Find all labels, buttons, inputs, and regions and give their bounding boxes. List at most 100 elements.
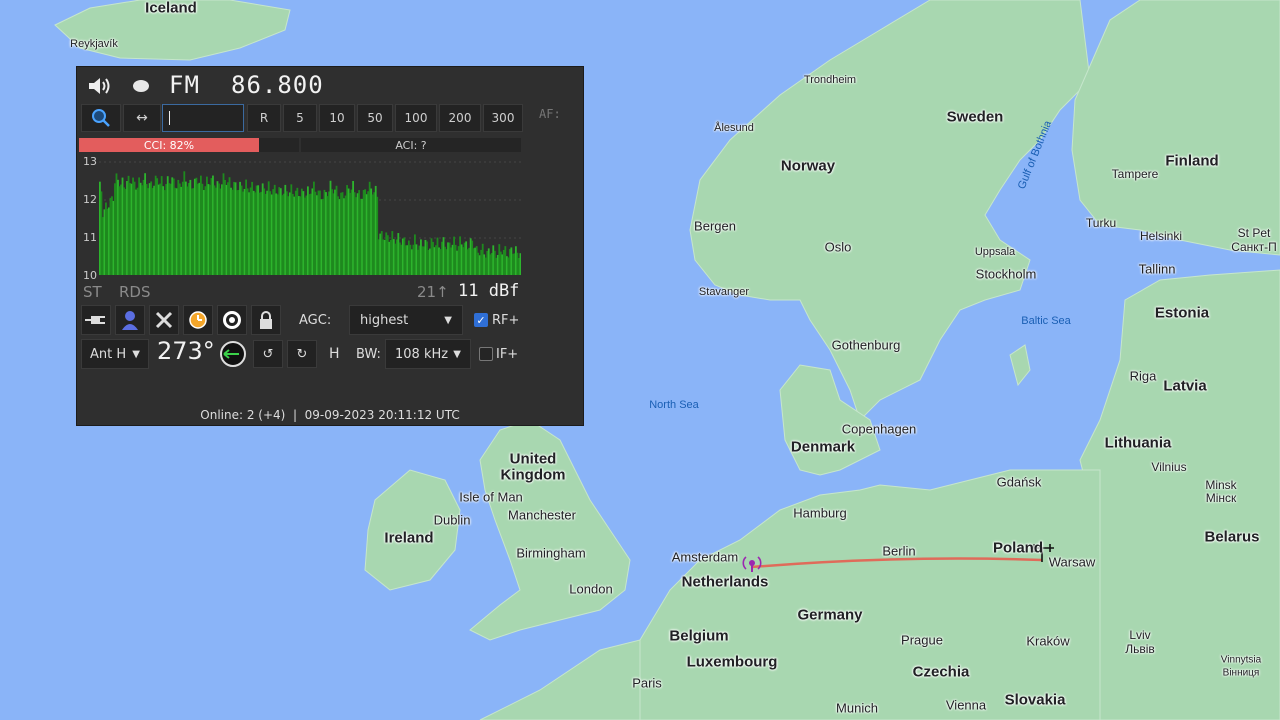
map-label-warsaw: Warsaw	[1048, 554, 1096, 570]
step-button-10[interactable]: 10	[319, 104, 355, 132]
map-label-paris: Paris	[632, 675, 662, 691]
map-label-united-kingdom-1: United	[509, 450, 557, 468]
map-label-berlin: Berlin	[882, 543, 916, 559]
search-button[interactable]	[81, 104, 121, 132]
map-label-hamburg: Hamburg	[793, 505, 847, 521]
if-plus-label: IF+	[496, 347, 519, 362]
rotate-cw-icon: ↻	[296, 346, 308, 362]
online-status: Online: 2 (+4) | 09-09-2023 20:11:12 UTC	[200, 408, 460, 422]
agc-select[interactable]: highest ▼	[349, 305, 463, 335]
map-label-belarus: Belarus	[1204, 528, 1260, 546]
rotate-cw-button[interactable]: ↻	[287, 340, 317, 368]
map-label-riga: Riga	[1129, 368, 1157, 384]
map-label-baltic-sea: Baltic Sea	[1021, 315, 1071, 327]
map-label-iceland: Iceland	[145, 0, 197, 17]
step-button-200[interactable]: 200	[439, 104, 481, 132]
map-label-finland: Finland	[1165, 152, 1219, 170]
map-label-luxembourg: Luxembourg	[686, 653, 778, 671]
map-label-north-sea: North Sea	[649, 399, 699, 411]
step-button-300[interactable]: 300	[483, 104, 523, 132]
antenna-select[interactable]: Ant H ▼	[81, 339, 149, 369]
stereo-label: ST	[83, 283, 102, 301]
map-label-germany: Germany	[797, 606, 863, 624]
map-label-amsterdam: Amsterdam	[671, 549, 739, 565]
signal-peak: 21↑	[417, 283, 449, 301]
step-button-r[interactable]: R	[247, 104, 281, 132]
chevron-down-icon: ▼	[444, 314, 452, 326]
map-label-oslo: Oslo	[824, 239, 852, 255]
map-label-vinnytsia-uk: Вінниця	[1222, 667, 1260, 679]
map-label-tallinn: Tallinn	[1138, 261, 1176, 277]
antenna-value: Ant H	[90, 346, 127, 362]
agc-label: AGC:	[299, 313, 332, 328]
map-label-london: London	[569, 581, 613, 597]
clock-icon	[189, 311, 207, 329]
map-label-vinnytsia: Vinnytsia	[1220, 654, 1262, 666]
map-label-stavanger: Stavanger	[698, 286, 750, 298]
user-button[interactable]	[115, 305, 145, 335]
map-label-gdansk: Gdańsk	[996, 474, 1042, 490]
agc-value: highest	[360, 312, 409, 328]
rds-label: RDS	[119, 283, 151, 301]
map-label-slovakia: Slovakia	[1004, 691, 1066, 709]
user-icon	[122, 311, 138, 330]
frequency-input[interactable]	[162, 104, 244, 132]
rotate-ccw-button[interactable]: ↺	[253, 340, 283, 368]
map-label-isle-of-man: Isle of Man	[459, 489, 523, 505]
clock-button[interactable]	[183, 305, 213, 335]
azimuth-display: 273°	[157, 337, 215, 365]
swap-button[interactable]: ↔	[123, 104, 161, 132]
map-label-vienna: Vienna	[945, 697, 987, 713]
map-label-krakow: Kraków	[1026, 633, 1070, 649]
map-label-copenhagen: Copenhagen	[841, 421, 917, 437]
map-label-united-kingdom-2: Kingdom	[500, 466, 566, 484]
map-label-bergen: Bergen	[694, 218, 736, 234]
signal-spectrum-graph	[99, 161, 521, 275]
spectrum-tick-13: 13	[83, 155, 97, 168]
plug-icon	[85, 316, 105, 324]
map-label-manchester: Manchester	[508, 507, 576, 523]
eye-button[interactable]	[217, 305, 247, 335]
map-label-dublin: Dublin	[433, 512, 471, 528]
chevron-down-icon: ▼	[132, 348, 140, 360]
spectrum-tick-11: 11	[83, 231, 97, 244]
map-label-minsk-ru: Мінск	[1205, 491, 1237, 505]
tools-icon	[155, 311, 173, 329]
spectrum-tick-12: 12	[83, 193, 97, 206]
if-plus-checkbox[interactable]	[479, 347, 493, 361]
rotator-compass-icon[interactable]	[219, 340, 247, 368]
map-label-helsinki: Helsinki	[1139, 229, 1183, 243]
cci-bar-fill: CCI: 82%	[79, 138, 259, 152]
map-label-uppsala: Uppsala	[974, 246, 1016, 258]
search-icon	[92, 109, 110, 127]
polarization-label[interactable]: H	[329, 346, 340, 362]
lock-button[interactable]	[251, 305, 281, 335]
stereo-indicator-icon	[133, 80, 149, 92]
frequency-display[interactable]: 86.800	[231, 71, 324, 99]
settings-button[interactable]	[149, 305, 179, 335]
map-label-minsk: Minsk	[1205, 478, 1237, 492]
speaker-icon[interactable]	[87, 75, 113, 97]
signal-strength: 11 dBf	[458, 281, 520, 301]
map-label-norway: Norway	[780, 157, 836, 175]
step-button-50[interactable]: 50	[357, 104, 393, 132]
map-label-estonia: Estonia	[1154, 304, 1210, 322]
map-label-stockholm: Stockholm	[975, 266, 1037, 282]
step-button-5[interactable]: 5	[283, 104, 317, 132]
map-label-st-petersburg: St Pet	[1237, 226, 1271, 240]
lock-icon	[260, 311, 272, 329]
plug-button[interactable]	[81, 305, 111, 335]
radio-tuner-panel: FM 86.800 AF: ↔ R 5 10 50 100 200 300 CC…	[76, 66, 584, 426]
step-button-100[interactable]: 100	[395, 104, 437, 132]
map-label-alesund: Ålesund	[714, 122, 754, 134]
aci-bar: ACI: ?	[301, 138, 521, 152]
map-label-latvia: Latvia	[1163, 377, 1207, 395]
map-label-prague: Prague	[901, 632, 943, 648]
bandwidth-select[interactable]: 108 kHz ▼	[385, 339, 471, 369]
chevron-down-icon: ▼	[453, 348, 461, 360]
rf-plus-checkbox[interactable]: ✓	[474, 313, 488, 327]
map-label-netherlands: Netherlands	[681, 573, 769, 591]
map-label-gothenburg: Gothenburg	[831, 337, 901, 353]
map-label-czechia: Czechia	[912, 663, 970, 681]
bandwidth-value: 108 kHz	[395, 346, 449, 362]
